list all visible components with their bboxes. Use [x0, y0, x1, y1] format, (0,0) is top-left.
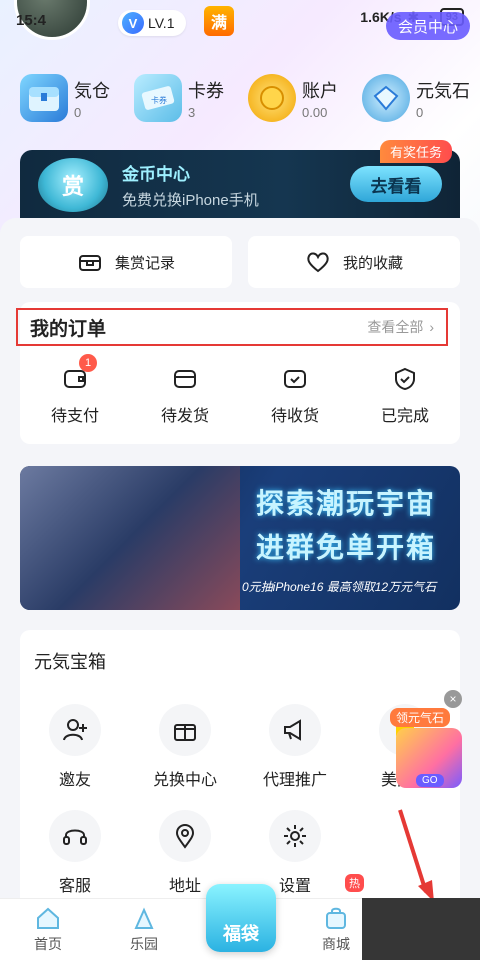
- box-icon: [78, 255, 101, 271]
- package-check-icon: [284, 370, 306, 388]
- red-arrow-annotation: [398, 809, 434, 902]
- exchange-center-item[interactable]: 兑换中心: [130, 704, 240, 790]
- coin-center-title: 金币中心: [122, 165, 190, 184]
- reward-task-tag: 有奖任务: [380, 140, 453, 163]
- level-text: LV.1: [148, 15, 175, 31]
- tab-park[interactable]: 乐园: [99, 904, 189, 954]
- level-badge[interactable]: V LV.1: [118, 10, 187, 36]
- close-icon[interactable]: ×: [444, 690, 462, 708]
- headset-icon: [49, 810, 101, 862]
- asset-qicang[interactable]: 気仓 0: [20, 74, 110, 122]
- coin-icon: [248, 74, 296, 122]
- man-badge-icon[interactable]: 满: [204, 6, 234, 36]
- coin-center-icon: 赏: [38, 158, 108, 212]
- collect-record-label: 集赏记录: [114, 254, 175, 272]
- tab-label: 福袋: [223, 924, 259, 944]
- tab-label: 首页: [34, 936, 62, 952]
- promo-line2: 进群免单开箱: [256, 532, 437, 563]
- svg-text:卡券: 卡券: [151, 95, 167, 105]
- tab-lucky-bag[interactable]: 福袋: [206, 884, 276, 952]
- park-icon: [134, 907, 154, 929]
- floating-ad[interactable]: × 领元气石 GO: [390, 690, 466, 794]
- gift-exchange-icon: [159, 704, 211, 756]
- quick-actions: 集赏记录 我的收藏: [20, 236, 460, 288]
- vip-icon: V: [122, 12, 144, 34]
- asset-value: 0.00: [302, 104, 328, 120]
- view-all-orders-link[interactable]: 查看全部 ›: [367, 317, 434, 337]
- asset-kaquan[interactable]: 卡券 卡券 3: [134, 74, 224, 122]
- pending-payment-badge: 1: [79, 354, 97, 372]
- order-item-label: 已完成: [380, 408, 429, 425]
- megaphone-icon: [269, 704, 321, 756]
- float-ad-go-button[interactable]: GO: [416, 774, 444, 787]
- orders-title: 我的订单: [30, 318, 107, 340]
- box-item-label: 设置: [278, 878, 311, 895]
- card-icon: [174, 370, 196, 388]
- gem-icon: [362, 74, 410, 122]
- shield-check-icon: [395, 367, 415, 391]
- asset-value: 0: [416, 104, 424, 120]
- order-completed[interactable]: 已完成: [365, 366, 445, 426]
- member-center-button[interactable]: 会员中心: [385, 12, 470, 40]
- collect-record-button[interactable]: 集赏记录: [20, 236, 232, 288]
- box-item-label: 客服: [58, 878, 91, 895]
- asset-name: 账户: [302, 80, 338, 101]
- asset-name: 元気石: [416, 80, 470, 101]
- order-pending-receipt[interactable]: 待收货: [255, 366, 335, 426]
- assets-row: 気仓 0 卡券 卡券 3 账户 0.00 元気石 0: [20, 74, 470, 122]
- asset-yuanqishi[interactable]: 元気石 0: [362, 74, 470, 122]
- agent-promotion-item[interactable]: 代理推广: [240, 704, 350, 790]
- customer-service-item[interactable]: 客服: [20, 810, 130, 896]
- box-item-label: 邀友: [58, 772, 91, 789]
- favorites-label: 我的收藏: [342, 254, 403, 272]
- tab-label: 商城: [322, 936, 350, 952]
- hot-badge: 热: [345, 874, 364, 892]
- ticket-icon: 卡券: [134, 74, 182, 122]
- order-status-row: 1 待支付 待发货 待收货 已完成: [20, 354, 460, 426]
- overlay-block: [362, 898, 480, 960]
- chest-icon: [20, 74, 68, 122]
- order-item-label: 待发货: [160, 408, 209, 425]
- asset-value: 3: [188, 104, 196, 120]
- coin-center-subtitle: 免费兑换iPhone手机: [122, 192, 259, 209]
- invite-friends-item[interactable]: 邀友: [20, 704, 130, 790]
- home-icon: [37, 907, 59, 929]
- promo-artwork: [20, 466, 240, 610]
- asset-name: 気仓: [74, 80, 110, 101]
- heart-icon: [307, 252, 329, 273]
- asset-account[interactable]: 账户 0.00: [248, 74, 338, 122]
- orders-header[interactable]: 我的订单 查看全部 ›: [16, 308, 448, 346]
- box-item-label: 地址: [168, 878, 201, 895]
- box-item-label: 代理推广: [262, 772, 327, 789]
- coin-center-go-button[interactable]: 去看看: [350, 166, 442, 202]
- order-item-label: 待支付: [50, 408, 99, 425]
- order-pending-payment[interactable]: 1 待支付: [35, 354, 115, 426]
- add-user-icon: [49, 704, 101, 756]
- status-time: 15:4: [16, 11, 47, 29]
- promo-banner[interactable]: 探索潮玩宇宙 进群免单开箱 0元抽iPhone16 最高领取12万元气石: [20, 466, 460, 610]
- order-pending-shipment[interactable]: 待发货: [145, 366, 225, 426]
- gear-icon: [269, 810, 321, 862]
- favorites-button[interactable]: 我的收藏: [248, 236, 460, 288]
- box-item-label: 兑换中心: [152, 772, 217, 789]
- treasure-box-title: 元気宝箱: [34, 652, 106, 672]
- shop-bag-icon: [326, 907, 346, 929]
- float-ad-label: 领元气石: [390, 708, 451, 727]
- tab-label: 乐园: [130, 936, 158, 952]
- view-all-label: 查看全部: [367, 319, 424, 335]
- order-item-label: 待收货: [270, 408, 319, 425]
- asset-value: 0: [74, 104, 82, 120]
- location-pin-icon: [159, 810, 211, 862]
- asset-name: 卡券: [188, 80, 224, 101]
- chevron-right-icon: ›: [429, 319, 434, 335]
- orders-card: 我的订单 查看全部 › 1 待支付 待发货 待收货 已完成: [16, 302, 460, 444]
- tab-home[interactable]: 首页: [3, 904, 93, 954]
- promo-subtitle: 0元抽iPhone16 最高领取12万元气石: [242, 580, 437, 594]
- promo-line1: 探索潮玩宇宙: [256, 488, 437, 519]
